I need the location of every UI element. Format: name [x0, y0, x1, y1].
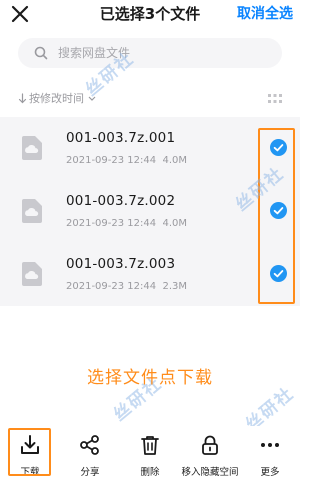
- file-row[interactable]: 001-003.7z.003 2021-09-23 12:44 2.3M: [0, 243, 300, 306]
- more-icon: [261, 443, 279, 447]
- file-row[interactable]: 001-003.7z.001 2021-09-23 12:44 4.0M: [0, 117, 300, 180]
- search-bar[interactable]: [18, 38, 282, 68]
- file-meta: 2021-09-23 12:44 4.0M: [66, 155, 187, 166]
- file-date: 2021-09-23 12:44: [66, 281, 157, 292]
- file-name: 001-003.7z.003: [66, 256, 176, 272]
- file-date: 2021-09-23 12:44: [66, 218, 157, 229]
- file-size: 4.0M: [162, 155, 188, 166]
- file-meta: 2021-09-23 12:44 2.3M: [66, 281, 187, 292]
- cancel-all-button[interactable]: 取消全选: [237, 3, 293, 23]
- file-icon: [22, 262, 42, 286]
- file-name: 001-003.7z.002: [66, 193, 176, 209]
- file-icon: [22, 199, 42, 223]
- file-size: 4.0M: [162, 218, 188, 229]
- arrow-down-icon: [18, 92, 27, 103]
- lock-icon: [202, 435, 218, 455]
- search-icon: [34, 46, 48, 60]
- move-hidden-button[interactable]: 移入隐藏空间: [180, 434, 240, 478]
- download-highlight: [8, 428, 51, 476]
- grid-view-icon[interactable]: [268, 94, 282, 104]
- share-icon: [80, 435, 99, 455]
- file-icon: [22, 136, 42, 160]
- trash-icon: [141, 436, 159, 455]
- file-size: 2.3M: [162, 281, 188, 292]
- file-date: 2021-09-23 12:44: [66, 155, 157, 166]
- search-input[interactable]: [58, 43, 268, 63]
- sort-button[interactable]: 按修改时间: [18, 88, 96, 108]
- file-list: 001-003.7z.001 2021-09-23 12:44 4.0M 001…: [0, 117, 300, 306]
- delete-button[interactable]: 删除: [120, 434, 180, 478]
- checkbox-highlight: [258, 128, 295, 304]
- delete-label: 删除: [140, 467, 160, 478]
- share-button[interactable]: 分享: [60, 434, 120, 478]
- header: 已选择3个文件 取消全选: [0, 0, 300, 28]
- sort-label: 按修改时间: [29, 92, 84, 105]
- more-button[interactable]: 更多: [240, 434, 300, 478]
- file-meta: 2021-09-23 12:44 4.0M: [66, 218, 187, 229]
- share-label: 分享: [80, 467, 100, 478]
- hint-text: 选择文件点下载: [87, 368, 213, 388]
- file-name: 001-003.7z.001: [66, 130, 176, 146]
- move-hidden-label: 移入隐藏空间: [181, 467, 239, 478]
- more-label: 更多: [260, 467, 280, 478]
